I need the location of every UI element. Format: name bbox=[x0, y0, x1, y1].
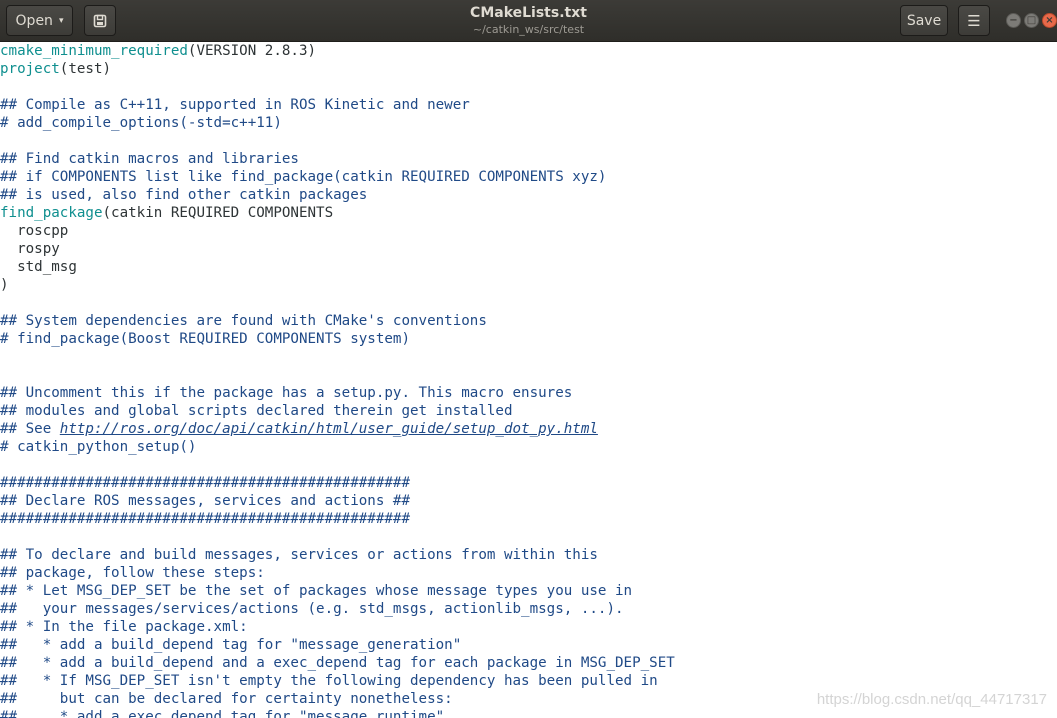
close-button[interactable]: × bbox=[1042, 13, 1057, 28]
code-comment: ## your messages/services/actions (e.g. … bbox=[0, 601, 624, 617]
code-line[interactable]: ########################################… bbox=[0, 474, 1057, 492]
code-comment: ## package, follow these steps: bbox=[0, 565, 265, 581]
code-line[interactable] bbox=[0, 132, 1057, 150]
code-comment: ## is used, also find other catkin packa… bbox=[0, 187, 368, 203]
window-subtitle: ~/catkin_ws/src/test bbox=[472, 23, 585, 36]
code-comment: # find_package(Boost REQUIRED COMPONENTS… bbox=[0, 331, 410, 347]
code-line[interactable]: cmake_minimum_required(VERSION 2.8.3) bbox=[0, 42, 1057, 60]
code-text: ) bbox=[0, 277, 9, 293]
code-line[interactable]: ## * add a exec_depend tag for "message_… bbox=[0, 708, 1057, 718]
code-line[interactable]: # find_package(Boost REQUIRED COMPONENTS… bbox=[0, 330, 1057, 348]
code-line[interactable]: ## is used, also find other catkin packa… bbox=[0, 186, 1057, 204]
code-line[interactable] bbox=[0, 366, 1057, 384]
code-comment: ## * add a build_depend tag for "message… bbox=[0, 637, 462, 653]
header-bar: Open ▾ CMakeLists.txt ~/catkin_ws/src/te… bbox=[0, 0, 1057, 42]
minimize-button[interactable]: − bbox=[1006, 13, 1021, 28]
code-line[interactable] bbox=[0, 528, 1057, 546]
code-link[interactable]: http://ros.org/doc/api/catkin/html/user_… bbox=[60, 421, 598, 437]
code-comment: ## if COMPONENTS list like find_package(… bbox=[0, 169, 607, 185]
code-text: (catkin REQUIRED COMPONENTS bbox=[102, 205, 334, 221]
code-comment: ## Uncomment this if the package has a s… bbox=[0, 385, 573, 401]
text-editor-area[interactable]: cmake_minimum_required(VERSION 2.8.3) pro… bbox=[0, 42, 1057, 718]
code-line[interactable] bbox=[0, 78, 1057, 96]
code-comment: ## See bbox=[0, 421, 60, 437]
code-comment: ## but can be declared for certainty non… bbox=[0, 691, 453, 707]
code-line[interactable]: ## * If MSG_DEP_SET isn't empty the foll… bbox=[0, 672, 1057, 690]
code-line[interactable]: # add_compile_options(-std=c++11) bbox=[0, 114, 1057, 132]
code-comment: ## * add a exec_depend tag for "message_… bbox=[0, 709, 445, 718]
code-line[interactable]: project(test) bbox=[0, 60, 1057, 78]
code-comment: ## System dependencies are found with CM… bbox=[0, 313, 487, 329]
code-line[interactable] bbox=[0, 294, 1057, 312]
code-comment: ########################################… bbox=[0, 511, 410, 527]
code-line[interactable]: ## your messages/services/actions (e.g. … bbox=[0, 600, 1057, 618]
code-line[interactable]: ## modules and global scripts declared t… bbox=[0, 402, 1057, 420]
hamburger-icon: ☰ bbox=[967, 11, 981, 30]
code-function: cmake_minimum_required bbox=[0, 43, 188, 59]
watermark-text: https://blog.csdn.net/qq_44717317 bbox=[816, 691, 1047, 708]
code-function: project bbox=[0, 61, 60, 77]
save-button[interactable]: Save bbox=[900, 5, 948, 36]
code-text: (test) bbox=[59, 61, 112, 77]
code-comment: ## * In the file package.xml: bbox=[0, 619, 248, 635]
code-comment: # add_compile_options(-std=c++11) bbox=[0, 115, 282, 131]
code-line[interactable]: ## To declare and build messages, servic… bbox=[0, 546, 1057, 564]
code-text: roscpp bbox=[0, 223, 69, 239]
code-line[interactable]: ) bbox=[0, 276, 1057, 294]
code-comment: # catkin_python_setup() bbox=[0, 439, 197, 455]
code-comment: ## * Let MSG_DEP_SET be the set of packa… bbox=[0, 583, 633, 599]
code-text: rospy bbox=[0, 241, 60, 257]
code-line[interactable]: roscpp bbox=[0, 222, 1057, 240]
code-comment: ## * add a build_depend and a exec_depen… bbox=[0, 655, 675, 671]
code-line[interactable] bbox=[0, 348, 1057, 366]
code-line[interactable]: rospy bbox=[0, 240, 1057, 258]
code-line[interactable]: ## package, follow these steps: bbox=[0, 564, 1057, 582]
minimize-icon: − bbox=[1009, 15, 1018, 26]
code-line[interactable]: find_package(catkin REQUIRED COMPONENTS bbox=[0, 204, 1057, 222]
code-comment: ## modules and global scripts declared t… bbox=[0, 403, 513, 419]
code-line[interactable]: ## * Let MSG_DEP_SET be the set of packa… bbox=[0, 582, 1057, 600]
code-line[interactable]: ## See http://ros.org/doc/api/catkin/htm… bbox=[0, 420, 1057, 438]
code-text: std_msg bbox=[0, 259, 77, 275]
code-comment: ## Declare ROS messages, services and ac… bbox=[0, 493, 410, 509]
code-text: (VERSION 2.8.3) bbox=[187, 43, 317, 59]
hamburger-menu-button[interactable]: ☰ bbox=[958, 5, 990, 36]
code-line[interactable]: ## * In the file package.xml: bbox=[0, 618, 1057, 636]
code-line[interactable]: ## Find catkin macros and libraries bbox=[0, 150, 1057, 168]
code-function: find_package bbox=[0, 205, 103, 221]
code-comment: ## Compile as C++11, supported in ROS Ki… bbox=[0, 97, 470, 113]
close-icon: × bbox=[1045, 15, 1054, 26]
code-line[interactable] bbox=[0, 456, 1057, 474]
maximize-icon: □ bbox=[1026, 15, 1037, 26]
code-line[interactable]: ## Declare ROS messages, services and ac… bbox=[0, 492, 1057, 510]
code-comment: ## Find catkin macros and libraries bbox=[0, 151, 299, 167]
code-comment: ########################################… bbox=[0, 475, 410, 491]
maximize-button[interactable]: □ bbox=[1024, 13, 1039, 28]
code-comment: ## * If MSG_DEP_SET isn't empty the foll… bbox=[0, 673, 658, 689]
code-line[interactable]: # catkin_python_setup() bbox=[0, 438, 1057, 456]
code-line[interactable]: std_msg bbox=[0, 258, 1057, 276]
code-comment: ## To declare and build messages, servic… bbox=[0, 547, 598, 563]
window-title: CMakeLists.txt bbox=[470, 5, 587, 21]
code-line[interactable]: ## * add a build_depend tag for "message… bbox=[0, 636, 1057, 654]
code-line[interactable]: ## System dependencies are found with CM… bbox=[0, 312, 1057, 330]
code-line[interactable]: ########################################… bbox=[0, 510, 1057, 528]
code-line[interactable]: ## if COMPONENTS list like find_package(… bbox=[0, 168, 1057, 186]
code-line[interactable]: ## * add a build_depend and a exec_depen… bbox=[0, 654, 1057, 672]
code-line[interactable]: ## Uncomment this if the package has a s… bbox=[0, 384, 1057, 402]
code-line[interactable]: ## Compile as C++11, supported in ROS Ki… bbox=[0, 96, 1057, 114]
